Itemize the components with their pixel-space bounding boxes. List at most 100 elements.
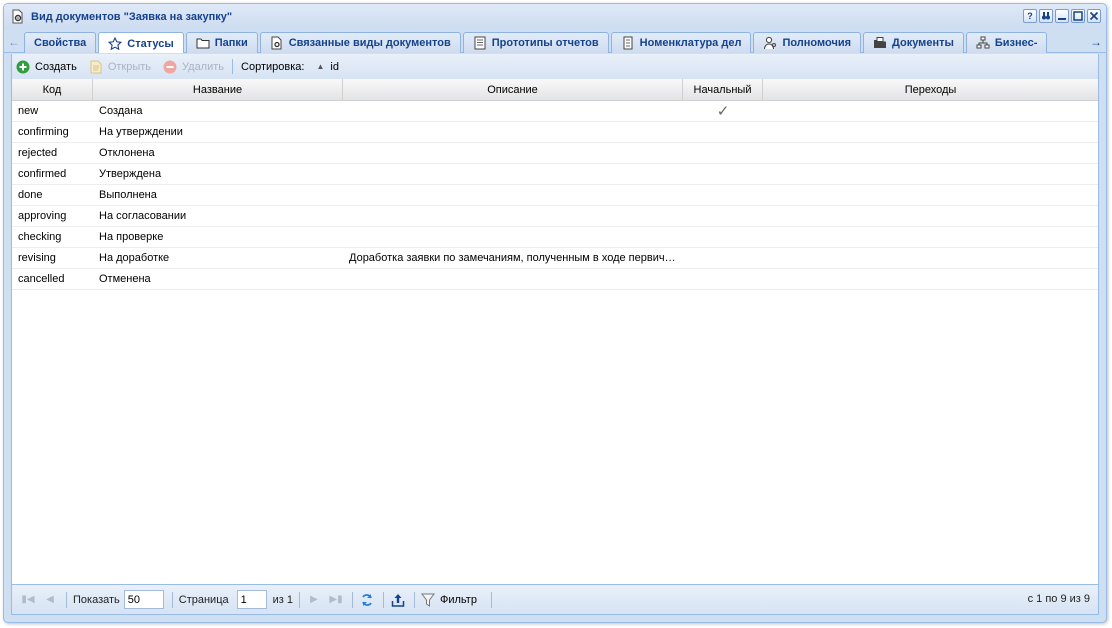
statuses-grid: Код Название Описание Начальный Переходы…	[11, 79, 1099, 585]
binoculars-icon[interactable]	[1039, 9, 1053, 23]
prev-page-icon[interactable]: ◀	[42, 592, 58, 608]
table-row[interactable]: new Создана ✓	[12, 101, 1098, 122]
sort-ascending-icon: ▲	[316, 62, 325, 71]
tab-5[interactable]: Прототипы отчетов	[462, 32, 609, 53]
table-row[interactable]: approving На согласовании	[12, 206, 1098, 227]
page-number-input[interactable]	[236, 590, 267, 609]
cell-initial	[683, 164, 763, 184]
page-label: Страница	[178, 593, 229, 606]
table-row[interactable]: done Выполнена	[12, 185, 1098, 206]
cell-code: confirming	[18, 126, 69, 138]
cell-description	[343, 122, 683, 142]
tab-3[interactable]: Папки	[185, 32, 258, 53]
cell-code: new	[18, 105, 39, 117]
folder-icon	[196, 36, 210, 50]
cell-code: approving	[18, 210, 67, 222]
cell-description	[343, 269, 683, 289]
window-title: Вид документов "Заявка на закупку"	[31, 10, 233, 23]
cell-transitions	[763, 101, 1098, 121]
table-row[interactable]: revising На доработке Доработка заявки по …	[12, 248, 1098, 269]
last-page-icon[interactable]: ▶▮	[328, 592, 344, 608]
tab-2[interactable]: Статусы	[98, 32, 184, 53]
table-row[interactable]: confirming На утверждении	[12, 122, 1098, 143]
star-icon	[108, 36, 123, 51]
export-icon[interactable]	[390, 592, 406, 608]
column-header-transitions[interactable]: Переходы	[763, 79, 1098, 100]
table-row[interactable]: checking На проверке	[12, 227, 1098, 248]
pager-separator	[66, 591, 67, 608]
page-count: из 1	[272, 593, 293, 606]
window-titlebar[interactable]: Вид документов "Заявка на закупку" ?	[4, 4, 1106, 29]
table-row[interactable]: cancelled Отменена	[12, 269, 1098, 290]
user-key-icon	[763, 36, 777, 50]
nomenclature-icon	[621, 36, 635, 50]
refresh-icon[interactable]	[359, 592, 375, 608]
cell-name: Создана	[99, 105, 143, 117]
tab-scroll-right-icon[interactable]: →	[1089, 33, 1103, 51]
delete-button[interactable]: Удалить	[163, 60, 224, 74]
tab-1[interactable]: Свойства	[24, 32, 97, 53]
cell-transitions	[763, 269, 1098, 289]
first-page-icon[interactable]: ▮◀	[20, 592, 36, 608]
tab-7[interactable]: Полномочия	[753, 32, 862, 53]
page-size-input[interactable]	[123, 590, 164, 609]
table-row[interactable]: confirmed Утверждена	[12, 164, 1098, 185]
delete-label: Удалить	[182, 60, 225, 73]
pager-separator	[383, 591, 384, 608]
tab-label: Бизнес-	[994, 37, 1038, 49]
cell-transitions	[763, 164, 1098, 184]
cell-transitions	[763, 185, 1098, 205]
cell-description: Доработка заявки по замечаниям, полученн…	[349, 252, 676, 264]
pager-separator	[414, 591, 415, 608]
sort-id-button[interactable]: ▲ id	[316, 61, 338, 73]
filter-button[interactable]: Фильтр	[421, 593, 477, 607]
cell-transitions	[763, 206, 1098, 226]
tab-6[interactable]: Номенклатура дел	[610, 32, 752, 53]
tab-label: Свойства	[34, 37, 87, 49]
cell-description	[343, 185, 683, 205]
column-header-name[interactable]: Название	[93, 79, 343, 100]
minimize-icon[interactable]	[1055, 9, 1069, 23]
tab-label: Папки	[214, 37, 248, 49]
checkmark-icon: ✓	[716, 103, 730, 120]
tab-label: Прототипы отчетов	[491, 37, 599, 49]
tab-8[interactable]: Документы	[863, 32, 964, 53]
filter-funnel-icon	[421, 593, 435, 607]
window-tools: ?	[1023, 9, 1101, 23]
report-icon	[473, 36, 487, 50]
column-header-description[interactable]: Описание	[343, 79, 683, 100]
column-header-initial[interactable]: Начальный	[683, 79, 763, 100]
column-header-code[interactable]: Код	[12, 79, 93, 100]
cell-description	[343, 101, 683, 121]
close-icon[interactable]	[1087, 9, 1101, 23]
tab-scroll-left-icon[interactable]: ←	[7, 33, 21, 51]
tab-9[interactable]: Бизнес-	[965, 32, 1048, 53]
table-row[interactable]: rejected Отклонена	[12, 143, 1098, 164]
cell-initial	[683, 143, 763, 163]
cell-name: Утверждена	[99, 168, 162, 180]
tab-strip: ← Свойства Статусы Папки Связанные виды док…	[4, 29, 1106, 53]
tab-4[interactable]: Связанные виды документов	[259, 32, 461, 53]
open-button[interactable]: Открыть	[89, 60, 151, 74]
cell-name: На утверждении	[99, 126, 183, 138]
grid-toolbar: Создать Открыть Удалить Сортировка: ▲ id	[11, 54, 1099, 79]
cell-initial	[683, 185, 763, 205]
cell-initial	[683, 122, 763, 142]
cell-description	[343, 164, 683, 184]
cell-name: На проверке	[99, 231, 164, 243]
tab-label: Документы	[892, 37, 954, 49]
create-button[interactable]: Создать	[16, 60, 77, 74]
remove-circle-icon	[163, 60, 177, 74]
cell-transitions	[763, 227, 1098, 247]
show-label: Показать	[73, 593, 120, 606]
document-type-window: Вид документов "Заявка на закупку" ? ← С…	[3, 3, 1107, 623]
next-page-icon[interactable]: ▶	[306, 592, 322, 608]
cell-code: rejected	[18, 147, 58, 159]
maximize-icon[interactable]	[1071, 9, 1085, 23]
help-icon[interactable]: ?	[1023, 9, 1037, 23]
sort-label: Сортировка:	[241, 60, 305, 73]
filter-label: Фильтр	[440, 593, 477, 606]
org-chart-icon	[976, 36, 990, 50]
pager-separator	[171, 591, 173, 608]
tab-label: Полномочия	[782, 37, 852, 49]
